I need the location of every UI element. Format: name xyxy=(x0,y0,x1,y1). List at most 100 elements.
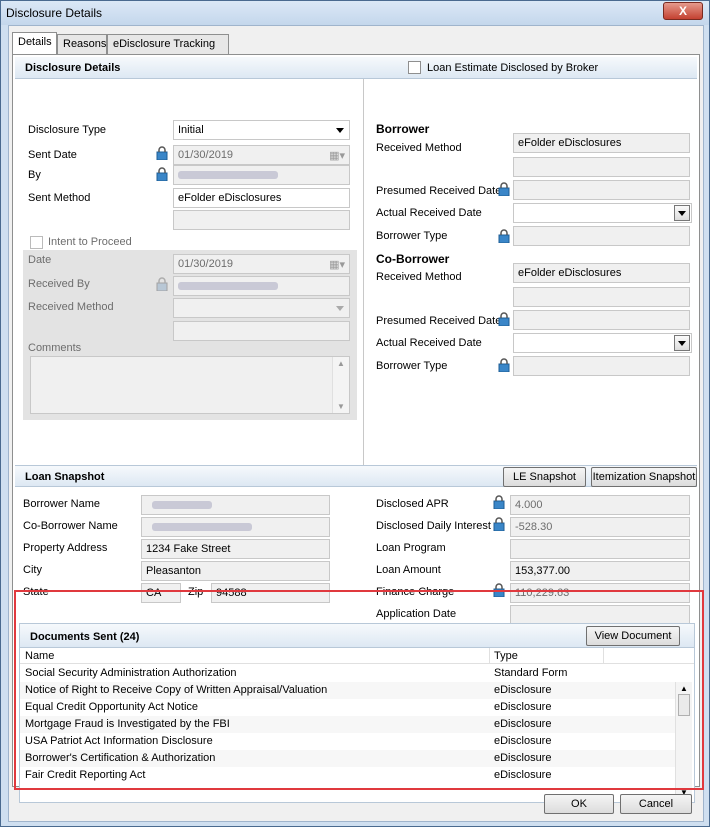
coborrower-received-method-value: eFolder eDisclosures xyxy=(518,267,622,279)
coborrower-presumed-field[interactable] xyxy=(513,310,690,330)
section-title: Loan Snapshot xyxy=(25,471,105,483)
tab-reasons[interactable]: Reasons xyxy=(57,34,107,54)
received-method-extra-field[interactable] xyxy=(173,321,350,341)
coborrower-heading: Co-Borrower xyxy=(376,252,450,266)
redacted-name xyxy=(178,282,278,290)
received-method-select[interactable] xyxy=(173,298,350,318)
dropdown-button[interactable] xyxy=(674,205,690,221)
ok-button[interactable]: OK xyxy=(544,794,614,814)
by-field[interactable] xyxy=(173,165,350,185)
borrower-type-label: Borrower Type xyxy=(376,230,448,242)
sent-method-extra-field[interactable] xyxy=(173,210,350,230)
property-address-field[interactable]: 1234 Fake Street xyxy=(141,539,330,559)
highlight-box xyxy=(14,590,704,790)
chevron-down-icon xyxy=(678,341,686,346)
sent-date-value: 01/30/2019 xyxy=(178,149,234,161)
chevron-down-icon xyxy=(336,306,344,311)
comments-textarea[interactable]: ▲ ▼ xyxy=(30,356,350,414)
arrow-down-icon: ▼ xyxy=(337,402,345,411)
coborrower-received-method-extra[interactable] xyxy=(513,287,690,307)
loan-program-field[interactable] xyxy=(510,539,690,559)
property-address-value: 1234 Fake Street xyxy=(146,543,231,555)
calendar-icon: ▦▾ xyxy=(329,150,345,162)
le-broker-checkbox[interactable] xyxy=(408,61,421,74)
lock-icon[interactable] xyxy=(498,229,510,243)
arrow-up-icon: ▲ xyxy=(337,359,345,368)
date-label: Date xyxy=(28,254,52,266)
tab-label: Details xyxy=(18,36,52,48)
tab-details[interactable]: Details xyxy=(12,32,57,54)
borrower-actual-label: Actual Received Date xyxy=(376,207,482,219)
tab-edisclosure-tracking[interactable]: eDisclosure Tracking xyxy=(107,34,229,54)
city-field[interactable]: Pleasanton xyxy=(141,561,330,581)
property-address-label: Property Address xyxy=(23,542,108,554)
borrower-actual-date-select[interactable] xyxy=(513,203,692,223)
daily-interest-value: -528.30 xyxy=(515,521,553,533)
cancel-button[interactable]: Cancel xyxy=(620,794,692,814)
borrower-received-method-label: Received Method xyxy=(376,142,462,154)
received-by-label: Received By xyxy=(28,278,90,290)
borrower-received-method-field[interactable]: eFolder eDisclosures xyxy=(513,133,690,153)
intent-date-field[interactable]: 01/30/2019 ▦▾ xyxy=(173,254,350,274)
borrower-type-field[interactable] xyxy=(513,226,690,246)
coborrower-type-field[interactable] xyxy=(513,356,690,376)
lock-icon[interactable] xyxy=(493,495,505,509)
loan-snapshot-header: Loan Snapshot LE Snapshot Itemization Sn… xyxy=(15,465,697,487)
disclosure-details-header: Disclosure Details Loan Estimate Disclos… xyxy=(15,57,697,79)
lock-icon[interactable] xyxy=(498,312,510,326)
calendar-icon: ▦▾ xyxy=(329,259,345,271)
borrower-received-method-value: eFolder eDisclosures xyxy=(518,137,622,149)
coborrower-name-field[interactable] xyxy=(141,517,330,537)
city-label: City xyxy=(23,564,42,576)
sent-method-field[interactable]: eFolder eDisclosures xyxy=(173,188,350,208)
dialog-window: Disclosure Details X Details Reasons eDi… xyxy=(0,0,710,827)
dropdown-button[interactable] xyxy=(674,335,690,351)
lock-icon[interactable] xyxy=(498,358,510,372)
borrower-name-field[interactable] xyxy=(141,495,330,515)
sent-date-label: Sent Date xyxy=(28,149,77,161)
le-snapshot-button[interactable]: LE Snapshot xyxy=(503,467,586,487)
title-bar: Disclosure Details X xyxy=(1,1,709,25)
chevron-down-icon xyxy=(678,211,686,216)
comments-scrollbar[interactable]: ▲ ▼ xyxy=(332,357,349,413)
column-divider xyxy=(363,79,364,465)
coborrower-type-label: Borrower Type xyxy=(376,360,448,372)
chevron-down-icon xyxy=(336,128,344,133)
coborrower-name-label: Co-Borrower Name xyxy=(23,520,118,532)
apr-label: Disclosed APR xyxy=(376,498,449,510)
lock-icon[interactable] xyxy=(156,146,168,160)
lock-icon[interactable] xyxy=(493,517,505,531)
apr-value: 4.000 xyxy=(515,499,543,511)
itemization-snapshot-button[interactable]: Itemization Snapshot xyxy=(591,467,697,487)
redacted-name xyxy=(178,171,278,179)
apr-field[interactable]: 4.000 xyxy=(510,495,690,515)
borrower-name-label: Borrower Name xyxy=(23,498,101,510)
intent-to-proceed-checkbox[interactable] xyxy=(30,236,43,249)
sent-date-field[interactable]: 01/30/2019 ▦▾ xyxy=(173,145,350,165)
daily-interest-label: Disclosed Daily Interest xyxy=(376,520,491,532)
lock-icon[interactable] xyxy=(498,182,510,196)
received-by-field[interactable] xyxy=(173,276,350,296)
lock-icon[interactable] xyxy=(156,167,168,181)
borrower-heading: Borrower xyxy=(376,122,430,136)
coborrower-actual-date-select[interactable] xyxy=(513,333,692,353)
comments-label: Comments xyxy=(28,342,82,354)
borrower-presumed-label: Presumed Received Date xyxy=(376,185,502,197)
coborrower-received-method-field[interactable]: eFolder eDisclosures xyxy=(513,263,690,283)
redacted-name xyxy=(152,523,252,531)
tab-label: eDisclosure Tracking xyxy=(113,38,216,50)
intent-group-panel: Date 01/30/2019 ▦▾ Received By Received … xyxy=(23,250,357,420)
disclosure-type-select[interactable]: Initial xyxy=(173,120,350,140)
disclosure-type-label: Disclosure Type xyxy=(28,124,107,136)
sent-method-label: Sent Method xyxy=(28,192,91,204)
loan-amount-label: Loan Amount xyxy=(376,564,441,576)
borrower-received-method-extra[interactable] xyxy=(513,157,690,177)
borrower-presumed-field[interactable] xyxy=(513,180,690,200)
loan-amount-field[interactable]: 153,377.00 xyxy=(510,561,690,581)
disclosure-type-value: Initial xyxy=(178,124,204,136)
daily-interest-field[interactable]: -528.30 xyxy=(510,517,690,537)
tab-label: Reasons xyxy=(63,38,107,50)
redacted-name xyxy=(152,501,212,509)
received-method-label: Received Method xyxy=(28,301,114,313)
close-button[interactable]: X xyxy=(663,2,703,20)
